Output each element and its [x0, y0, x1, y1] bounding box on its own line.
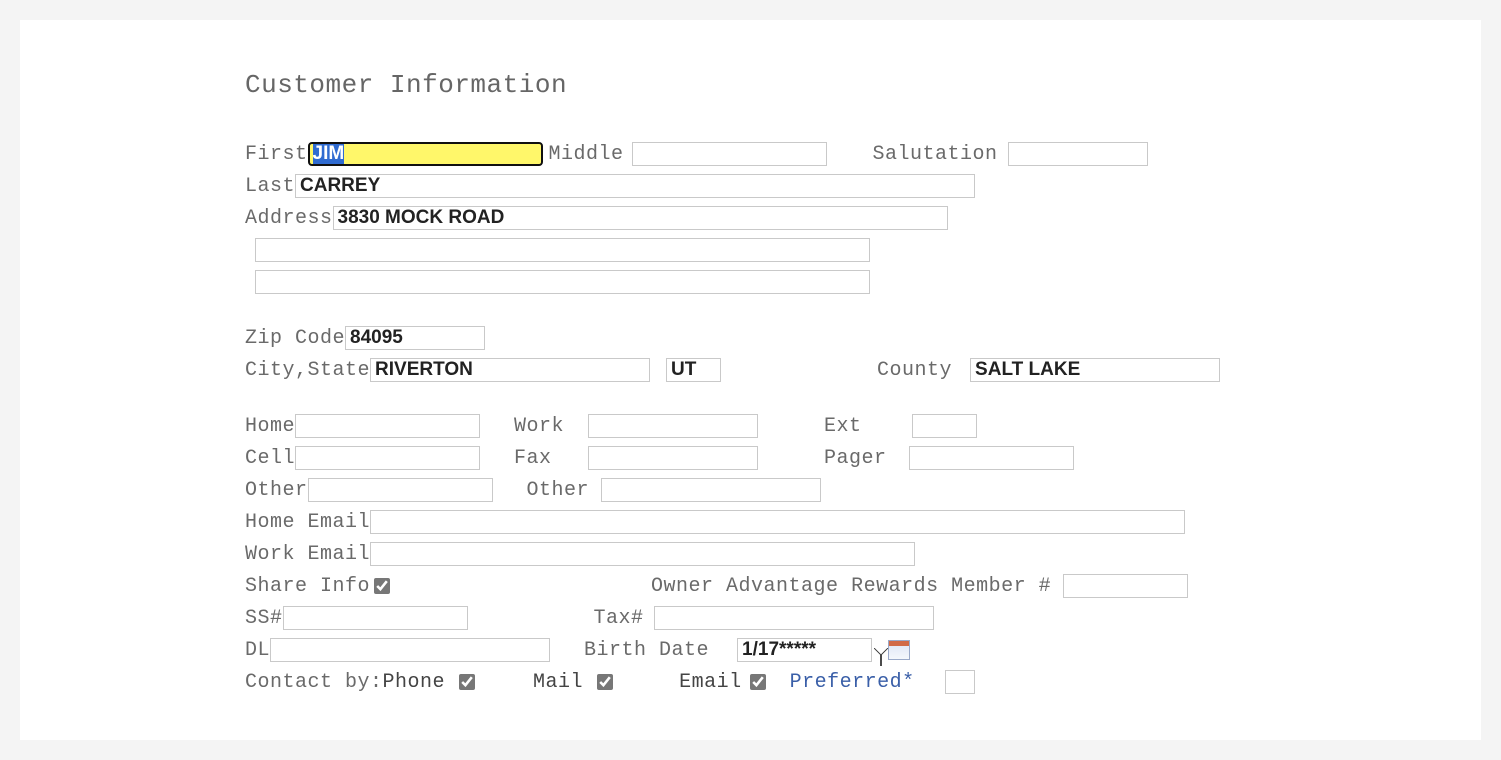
state-input[interactable]	[666, 358, 721, 382]
label-work-email: Work Email	[80, 543, 370, 566]
label-first: First	[80, 143, 308, 166]
label-mail: Mail	[533, 671, 583, 694]
work-phone-input[interactable]	[588, 414, 758, 438]
address-line2-input[interactable]	[255, 238, 870, 262]
first-name-input[interactable]	[308, 142, 543, 166]
fax-input[interactable]	[588, 446, 758, 470]
home-phone-input[interactable]	[295, 414, 480, 438]
ss-input[interactable]	[283, 606, 468, 630]
address-line1-input[interactable]	[333, 206, 948, 230]
cell-phone-input[interactable]	[295, 446, 480, 470]
middle-name-input[interactable]	[632, 142, 827, 166]
address-line3-input[interactable]	[255, 270, 870, 294]
label-address: Address	[80, 207, 333, 230]
share-info-checkbox[interactable]	[374, 578, 390, 594]
label-home-email: Home Email	[80, 511, 370, 534]
preferred-input[interactable]	[945, 670, 975, 694]
contact-mail-checkbox[interactable]	[597, 674, 613, 690]
label-other2: Other	[527, 479, 587, 502]
label-last: Last	[80, 175, 295, 198]
section-title: Customer Information	[245, 70, 1421, 100]
label-zip: Zip Code	[80, 327, 345, 350]
calendar-icon[interactable]	[888, 640, 910, 660]
salutation-input[interactable]	[1008, 142, 1148, 166]
work-email-input[interactable]	[370, 542, 915, 566]
label-salutation: Salutation	[873, 143, 998, 166]
label-oar: Owner Advantage Rewards Member #	[651, 575, 1051, 598]
label-phone: Phone	[383, 671, 446, 694]
label-ext: Ext	[824, 415, 862, 438]
other-phone1-input[interactable]	[308, 478, 493, 502]
tax-input[interactable]	[654, 606, 934, 630]
label-pager: Pager	[824, 447, 887, 470]
label-tax: Tax#	[594, 607, 644, 630]
label-work: Work	[514, 415, 574, 438]
home-email-input[interactable]	[370, 510, 1185, 534]
label-birth: Birth Date	[584, 639, 709, 662]
customer-info-form: Customer Information First Middle Saluta…	[20, 20, 1481, 740]
ext-input[interactable]	[912, 414, 977, 438]
county-input[interactable]	[970, 358, 1220, 382]
zip-input[interactable]	[345, 326, 485, 350]
birth-date-input[interactable]	[737, 638, 872, 662]
label-county: County	[877, 359, 952, 382]
other-phone2-input[interactable]	[601, 478, 821, 502]
label-cell: Cell	[80, 447, 295, 470]
label-fax: Fax	[514, 447, 574, 470]
label-middle: Middle	[549, 143, 624, 166]
pager-input[interactable]	[909, 446, 1074, 470]
contact-email-checkbox[interactable]	[750, 674, 766, 690]
last-name-input[interactable]	[295, 174, 975, 198]
label-other1: Other	[80, 479, 308, 502]
label-dl: DL	[80, 639, 270, 662]
label-ss: SS#	[80, 607, 283, 630]
contact-phone-checkbox[interactable]	[459, 674, 475, 690]
city-input[interactable]	[370, 358, 650, 382]
label-preferred[interactable]: Preferred*	[790, 671, 915, 694]
oar-number-input[interactable]	[1063, 574, 1188, 598]
label-contact-by: Contact by:	[80, 671, 383, 694]
label-home: Home	[80, 415, 295, 438]
label-share-info: Share Info	[80, 575, 370, 598]
label-email: Email	[679, 671, 742, 694]
label-citystate: City,State	[80, 359, 370, 382]
dl-input[interactable]	[270, 638, 550, 662]
